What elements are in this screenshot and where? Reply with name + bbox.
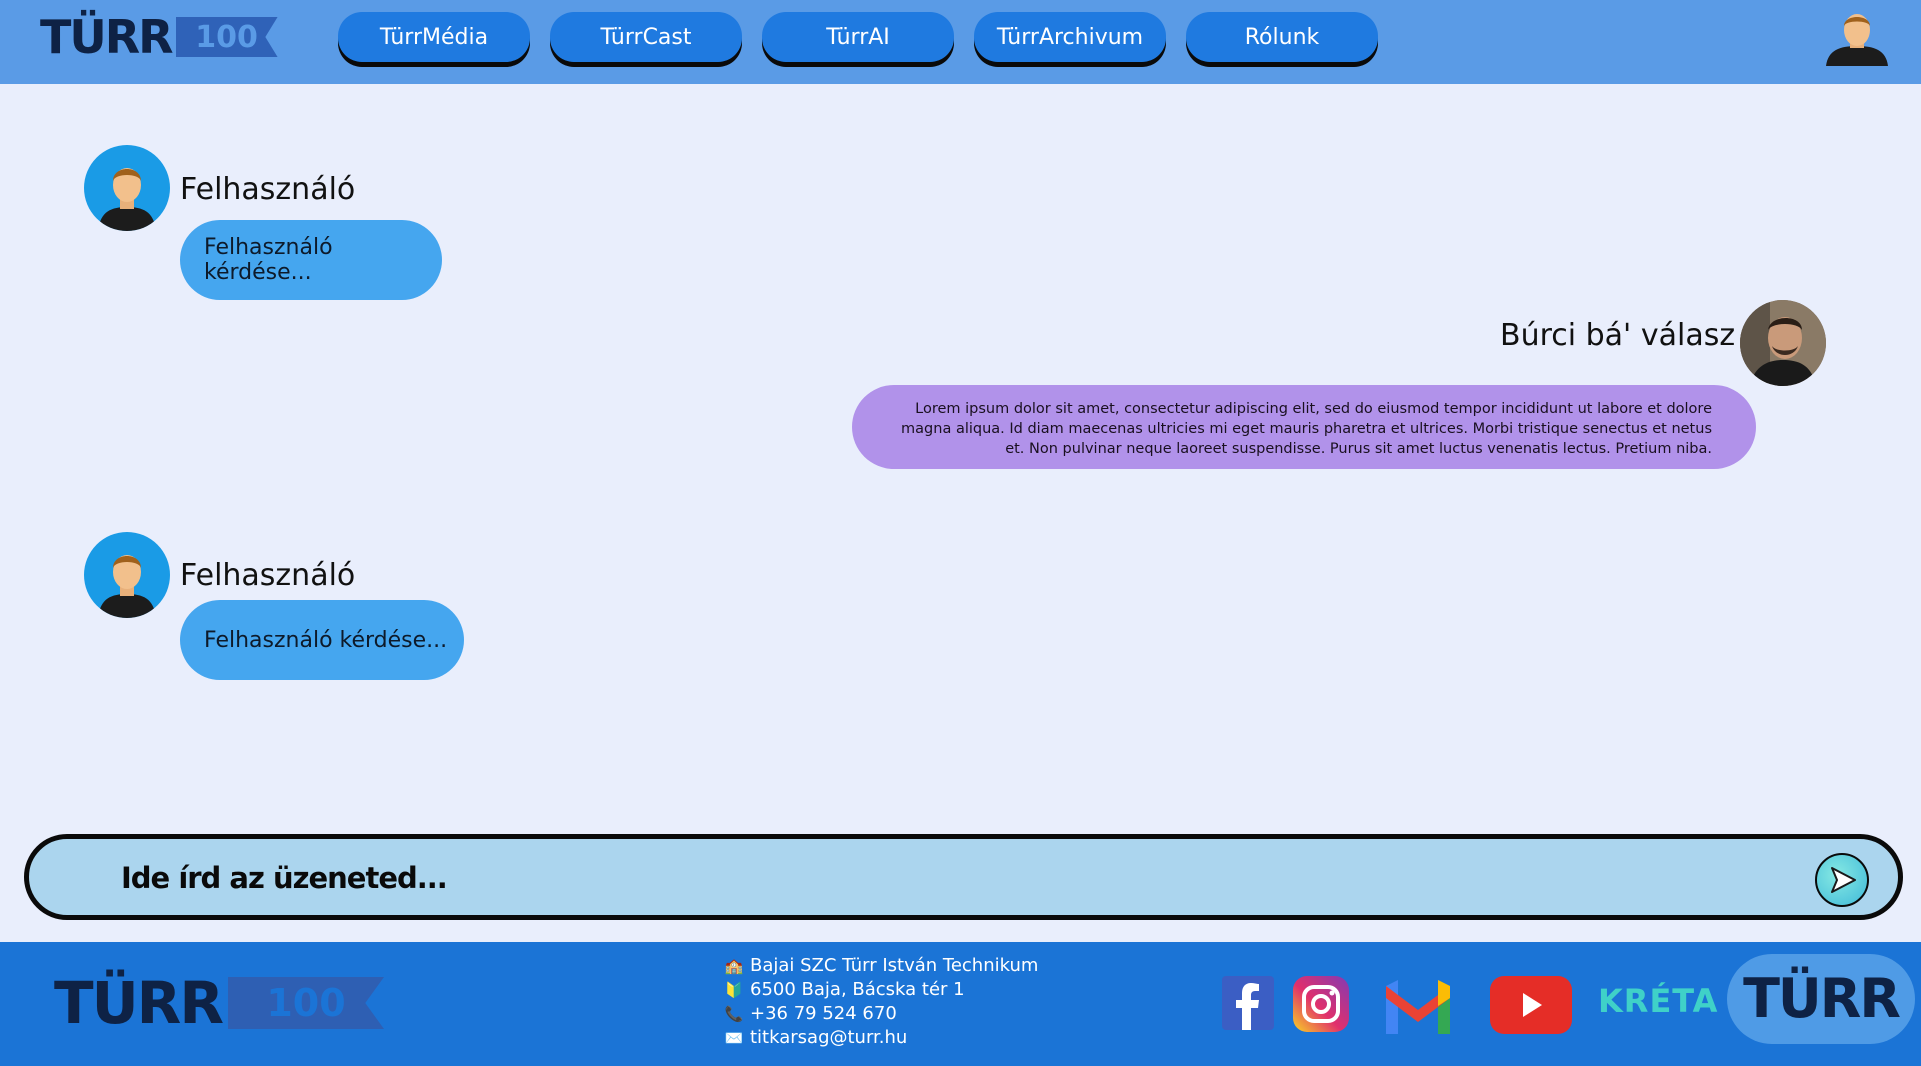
contact-info: 🏫 Bajai SZC Türr István Technikum 🔰 6500… — [724, 954, 1039, 1050]
nav-turrmedia-button[interactable]: TürrMédia — [338, 12, 530, 62]
turr100-logo[interactable]: TÜRR 100 — [40, 14, 278, 60]
address-text: 6500 Baja, Bácska tér 1 — [750, 979, 965, 1000]
logo-word: TÜRR — [40, 10, 174, 64]
assistant-avatar-photo — [1740, 300, 1826, 386]
message-bubble: Felhasználó kérdése... — [180, 600, 464, 680]
logo-badge: 100 — [175, 17, 278, 57]
nav-rolunk-button[interactable]: Rólunk — [1186, 12, 1378, 62]
phone-icon: 📞 — [724, 1005, 744, 1023]
top-navbar: TÜRR 100 TürrMédia TürrCast TürrAI TürrA… — [0, 0, 1921, 84]
main-nav: TürrMédia TürrCast TürrAI TürrArchivum R… — [338, 12, 1378, 62]
phone-text[interactable]: +36 79 524 670 — [750, 1002, 897, 1026]
logo-badge: 100 — [227, 977, 384, 1029]
send-arrow-icon — [1831, 867, 1856, 893]
location-icon: 🔰 — [724, 981, 744, 999]
message-bubble: Felhasználó kérdése... — [180, 220, 442, 300]
site-footer: TÜRR 100 🏫 Bajai SZC Türr István Technik… — [0, 942, 1921, 1066]
logo-word: TÜRR — [54, 969, 224, 1037]
instagram-icon[interactable] — [1293, 976, 1349, 1032]
gmail-icon[interactable] — [1382, 976, 1454, 1034]
turr-badge-logo[interactable]: TÜRR — [1727, 954, 1915, 1044]
user-avatar-icon — [84, 145, 170, 231]
profile-avatar-icon[interactable] — [1824, 10, 1890, 66]
school-name: Bajai SZC Türr István Technikum — [750, 955, 1039, 976]
mail-icon: ✉️ — [724, 1029, 744, 1047]
message-composer — [24, 834, 1903, 920]
school-icon: 🏫 — [724, 957, 744, 975]
message-author: Felhasználó — [180, 558, 356, 593]
youtube-icon[interactable] — [1490, 976, 1572, 1034]
message-input[interactable] — [119, 853, 1723, 903]
user-avatar-icon — [84, 532, 170, 618]
send-button[interactable] — [1815, 853, 1869, 907]
nav-turrarchivum-button[interactable]: TürrArchivum — [974, 12, 1166, 62]
email-link[interactable]: titkarsag@turr.hu — [750, 1026, 907, 1050]
nav-turrcast-button[interactable]: TürrCast — [550, 12, 742, 62]
message-author: Felhasználó — [180, 172, 356, 207]
badge-word: TÜRR — [1743, 967, 1901, 1030]
kreta-icon[interactable]: KRÉTA — [1598, 982, 1718, 1020]
message-bubble: Lorem ipsum dolor sit amet, consectetur … — [852, 385, 1756, 469]
facebook-icon[interactable] — [1222, 976, 1274, 1030]
message-author: Búrci bá' válasz — [1500, 318, 1736, 353]
footer-turr100-logo[interactable]: TÜRR 100 — [54, 974, 384, 1032]
nav-turrai-button[interactable]: TürrAI — [762, 12, 954, 62]
